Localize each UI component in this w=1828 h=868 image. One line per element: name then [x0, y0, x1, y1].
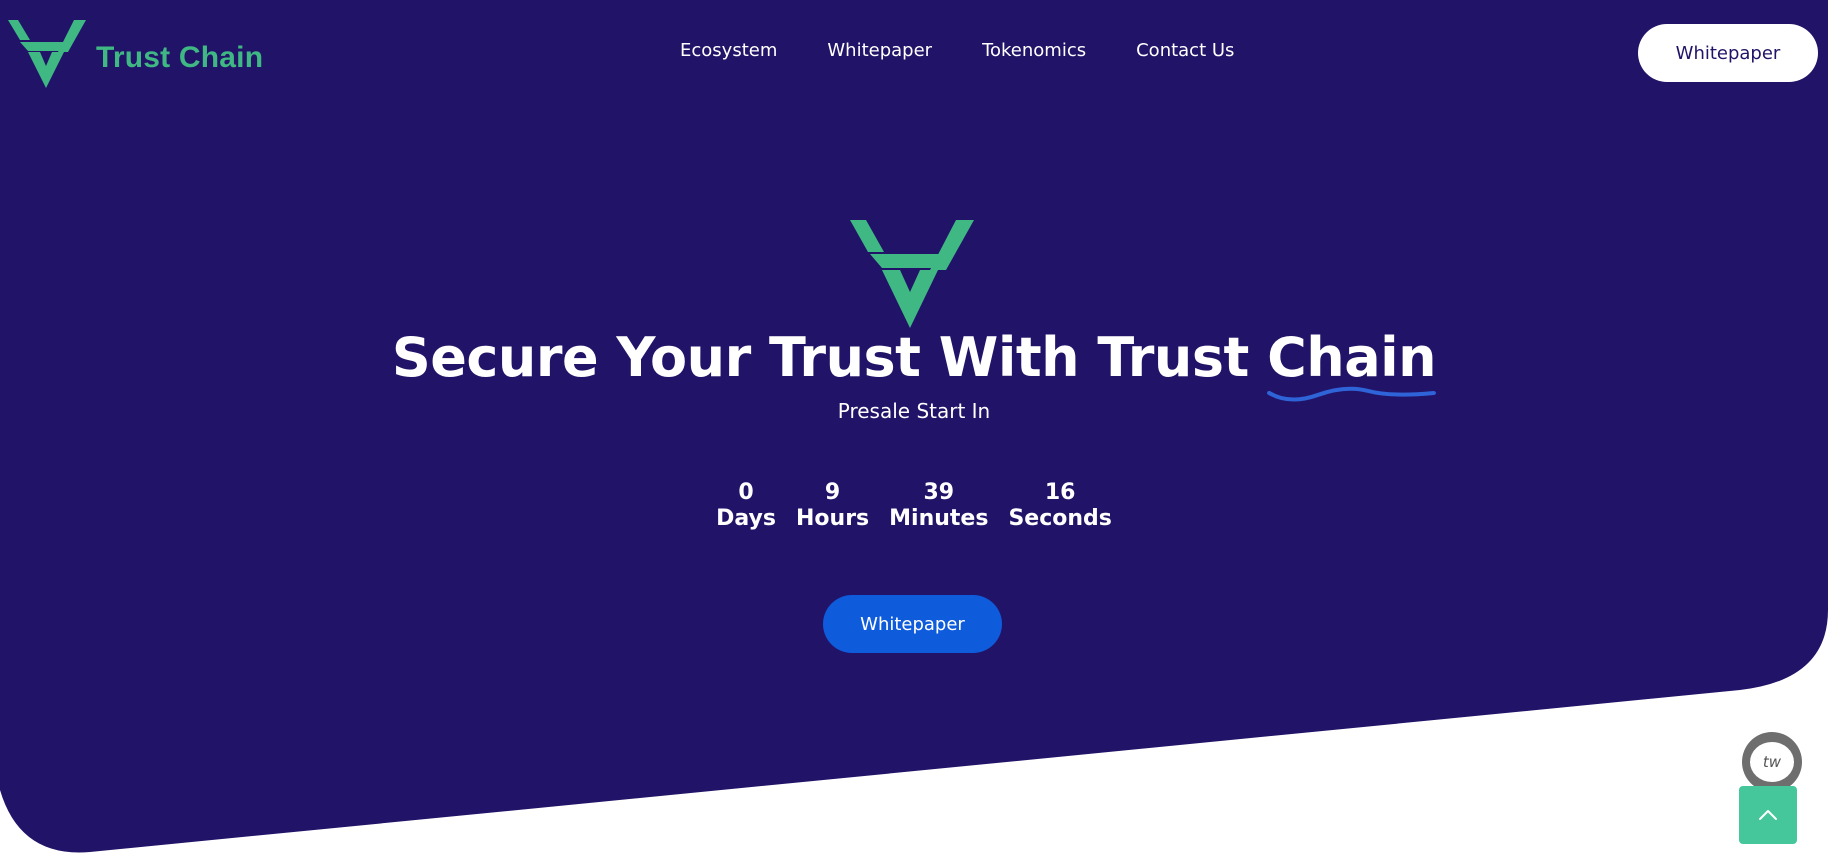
- countdown-minutes-value: 39: [923, 480, 955, 505]
- presale-countdown: 0 Days 9 Hours 39 Minutes 16 Seconds: [0, 480, 1828, 532]
- header-whitepaper-button[interactable]: Whitepaper: [1638, 24, 1818, 82]
- hero-subtitle: Presale Start In: [837, 399, 991, 423]
- trust-chain-logo-icon: [8, 20, 86, 88]
- countdown-hours-label: Hours: [796, 506, 870, 531]
- countdown-minutes: 39 Minutes: [889, 480, 988, 532]
- countdown-hours: 9 Hours: [796, 480, 869, 532]
- hero-title-highlight: Chain: [1267, 326, 1437, 402]
- chat-bubble-icon[interactable]: tw: [1742, 732, 1802, 792]
- nav-item-whitepaper[interactable]: Whitepaper: [827, 40, 932, 61]
- brand-name: Trust Chain: [96, 41, 264, 74]
- scroll-to-top-button[interactable]: [1739, 786, 1797, 844]
- hero-title: Secure Your Trust With Trust Chain: [0, 326, 1828, 402]
- countdown-seconds: 16 Seconds: [1008, 480, 1111, 532]
- countdown-hours-value: 9: [824, 480, 841, 505]
- hero-title-highlight-text: Chain: [1267, 326, 1437, 389]
- countdown-days-label: Days: [716, 506, 776, 531]
- countdown-days: 0 Days: [716, 480, 776, 532]
- nav-item-contact-us[interactable]: Contact Us: [1136, 40, 1234, 61]
- nav-item-ecosystem[interactable]: Ecosystem: [680, 40, 777, 61]
- main-nav: Ecosystem Whitepaper Tokenomics Contact …: [680, 40, 1284, 61]
- chat-widget-badge: tw: [1750, 742, 1794, 782]
- nav-item-tokenomics[interactable]: Tokenomics: [982, 40, 1086, 61]
- brand[interactable]: Trust Chain: [6, 18, 263, 88]
- chevron-up-icon: [1759, 810, 1777, 820]
- site-header: Trust Chain Ecosystem Whitepaper Tokenom…: [0, 0, 1828, 105]
- hero-logo-icon: [850, 220, 974, 328]
- countdown-days-value: 0: [738, 480, 754, 505]
- hero-title-main: Secure Your Trust With Trust: [391, 326, 1268, 389]
- hero-background: [0, 0, 1828, 853]
- countdown-seconds-value: 16: [1044, 480, 1076, 505]
- countdown-seconds-label: Seconds: [1008, 506, 1112, 531]
- hero-whitepaper-button[interactable]: Whitepaper: [823, 595, 1002, 653]
- countdown-minutes-label: Minutes: [889, 506, 989, 531]
